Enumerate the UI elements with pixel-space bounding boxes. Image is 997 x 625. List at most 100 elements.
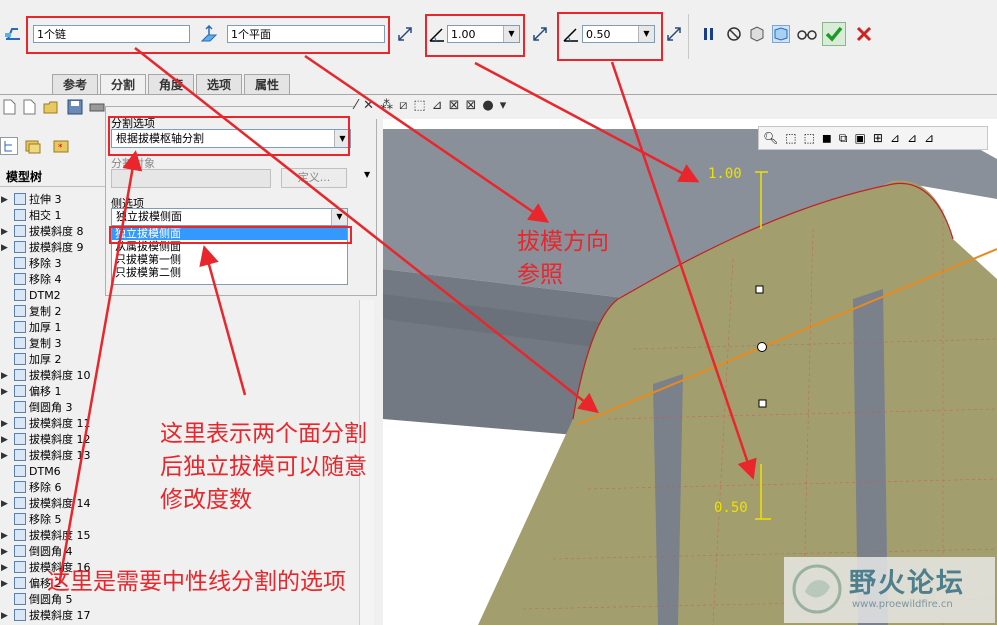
tree-item[interactable]: 移除 3	[0, 256, 62, 272]
tree-item[interactable]: ▶ 偏移 1	[0, 384, 62, 400]
expand-arrow-icon[interactable]: ▶	[1, 240, 8, 256]
new-file-icon[interactable]	[20, 98, 38, 116]
cancel-button[interactable]	[855, 25, 873, 43]
tree-item[interactable]: ▶ 倒圆角 4	[0, 544, 73, 560]
tree-item[interactable]: ▶ 拔模斜度 17	[0, 608, 91, 624]
shade-icon[interactable]: ◼	[822, 131, 839, 145]
no-preview-icon[interactable]	[725, 25, 743, 43]
side-option-first[interactable]: 只拔模第一侧	[112, 253, 347, 266]
feature-icon	[14, 513, 26, 525]
highlight-angle2	[557, 12, 663, 61]
tree-item[interactable]: 复制 3	[0, 336, 62, 352]
tree-item[interactable]: ▶ 拔模斜度 11	[0, 416, 91, 432]
plane-display-icon[interactable]: ⊿	[890, 131, 907, 145]
side-option-second[interactable]: 只拔模第二侧	[112, 266, 347, 279]
datum-points-icon[interactable]: ⁂	[380, 98, 399, 113]
graphics-viewport[interactable]: 1.00 0.50 🔍︎⬚⬚◼⧉▣⊞⊿⊿⊿ 野火论坛 www.proewildf…	[383, 119, 997, 625]
verify-icon[interactable]	[772, 25, 790, 43]
new-icon[interactable]	[0, 98, 18, 116]
csys-display-icon[interactable]: ⊿	[924, 131, 941, 145]
dimension-bottom[interactable]: 0.50	[714, 500, 748, 516]
tree-item[interactable]: 加厚 1	[0, 320, 62, 336]
sketch-tool-icon[interactable]: ⁄	[355, 98, 363, 113]
tree-item[interactable]: ▶ 拔模斜度 14	[0, 496, 91, 512]
tab-properties[interactable]: 属性	[244, 74, 290, 94]
define-button[interactable]: 定义...	[281, 168, 347, 188]
tree-item[interactable]: 移除 5	[0, 512, 62, 528]
chain-icon[interactable]	[4, 25, 22, 43]
flip-angle1-icon[interactable]	[531, 25, 549, 43]
dimension-top[interactable]: 1.00	[708, 166, 742, 182]
flip-direction-icon[interactable]	[396, 25, 414, 43]
datum-point-icon[interactable]: ✕	[363, 98, 380, 113]
tree-item[interactable]: 相交 1	[0, 208, 62, 224]
geometry-check-icon[interactable]	[748, 25, 766, 43]
folder-tab-icon[interactable]	[24, 137, 42, 155]
refit-icon[interactable]: ⬚	[785, 131, 803, 145]
expand-arrow-icon[interactable]: ▶	[1, 432, 8, 448]
tree-item[interactable]: 移除 6	[0, 480, 62, 496]
confirm-button[interactable]	[822, 22, 846, 46]
favorites-tab-icon[interactable]: *	[52, 137, 70, 155]
tree-item[interactable]: ▶ 拔模斜度 13	[0, 448, 91, 464]
expand-arrow-icon[interactable]: ▶	[1, 416, 8, 432]
tree-item[interactable]: 复制 2	[0, 304, 62, 320]
more-icon[interactable]: ▾	[500, 98, 513, 113]
tree-item[interactable]: DTM2	[0, 288, 61, 304]
expand-arrow-icon[interactable]: ▶	[1, 496, 8, 512]
expand-arrow-icon[interactable]: ▶	[1, 448, 8, 464]
side-options-select[interactable]: 独立拔模侧面 ▼	[111, 208, 348, 226]
tree-item[interactable]: DTM6	[0, 464, 61, 480]
tab-references[interactable]: 参考	[52, 74, 98, 94]
datum-display-icon[interactable]: ⊞	[873, 131, 890, 145]
tree-item[interactable]: 移除 4	[0, 272, 62, 288]
open-icon[interactable]	[42, 98, 60, 116]
expand-arrow-icon[interactable]: ▶	[1, 192, 8, 208]
tree-item[interactable]: ▶ 拔模斜度 15	[0, 528, 91, 544]
expand-arrow-icon[interactable]: ▶	[1, 560, 8, 576]
zoom-icon[interactable]: 🔍︎	[763, 131, 785, 145]
flip-angle2-icon[interactable]	[665, 25, 683, 43]
axis-display-icon[interactable]: ⊿	[907, 131, 924, 145]
spin-icon[interactable]: ⧉	[839, 131, 855, 145]
print-icon[interactable]	[88, 98, 106, 116]
tree-item-label: 移除 3	[29, 257, 62, 270]
tree-item[interactable]: ▶ 拔模斜度 10	[0, 368, 91, 384]
tree-item[interactable]: ▶ 拉伸 3	[0, 192, 62, 208]
tree-item-label: 复制 2	[29, 305, 62, 318]
expand-arrow-icon[interactable]: ▶	[1, 544, 8, 560]
dropdown-arrow-icon[interactable]: ▼	[364, 170, 370, 179]
expand-arrow-icon[interactable]: ▶	[1, 368, 8, 384]
side-options-dropdown-icon[interactable]: ▼	[331, 209, 347, 225]
tree-item[interactable]: ▶ 拔模斜度 12	[0, 432, 91, 448]
shading-icon[interactable]: ●	[482, 98, 499, 113]
split-object-field[interactable]	[111, 169, 271, 188]
datum-plane-icon[interactable]: ⬚	[413, 98, 431, 113]
tree-item[interactable]: ▶ 拔模斜度 9	[0, 240, 84, 256]
spin-center-icon[interactable]: ⊠	[449, 98, 466, 113]
model-tree-list: ▶ 拉伸 3 相交 1 ▶ 拔模斜度 8 ▶ 拔模斜度 9 移除 3 移除 4 DTM2 复制 2 加…	[0, 192, 110, 625]
feature-icon	[14, 561, 26, 573]
tree-item[interactable]: ▶ 拔模斜度 8	[0, 224, 84, 240]
csys-icon[interactable]: ⊿	[432, 98, 449, 113]
tab-options[interactable]: 选项	[196, 74, 242, 94]
save-icon[interactable]	[66, 98, 84, 116]
tree-item[interactable]: 倒圆角 3	[0, 400, 73, 416]
expand-arrow-icon[interactable]: ▶	[1, 384, 8, 400]
tree-item-label: 复制 3	[29, 337, 62, 350]
pause-icon[interactable]	[700, 25, 718, 43]
camera-icon[interactable]: ▣	[854, 131, 872, 145]
expand-arrow-icon[interactable]: ▶	[1, 528, 8, 544]
expand-arrow-icon[interactable]: ▶	[1, 608, 8, 624]
tree-item[interactable]: 加厚 2	[0, 352, 62, 368]
model-tree-tab-icon[interactable]	[0, 137, 18, 155]
repaint-icon[interactable]: ⬚	[804, 131, 822, 145]
expand-arrow-icon[interactable]: ▶	[1, 576, 8, 592]
annotation-neutral-split: 这里是需要中性线分割的选项	[47, 569, 346, 595]
point-tag-icon[interactable]: ⊠	[465, 98, 482, 113]
tab-split[interactable]: 分割	[100, 74, 146, 95]
glasses-icon[interactable]	[796, 25, 818, 43]
expand-arrow-icon[interactable]: ▶	[1, 224, 8, 240]
tab-angle[interactable]: 角度	[148, 74, 194, 94]
datum-axis-icon[interactable]: ⧄	[399, 98, 413, 113]
